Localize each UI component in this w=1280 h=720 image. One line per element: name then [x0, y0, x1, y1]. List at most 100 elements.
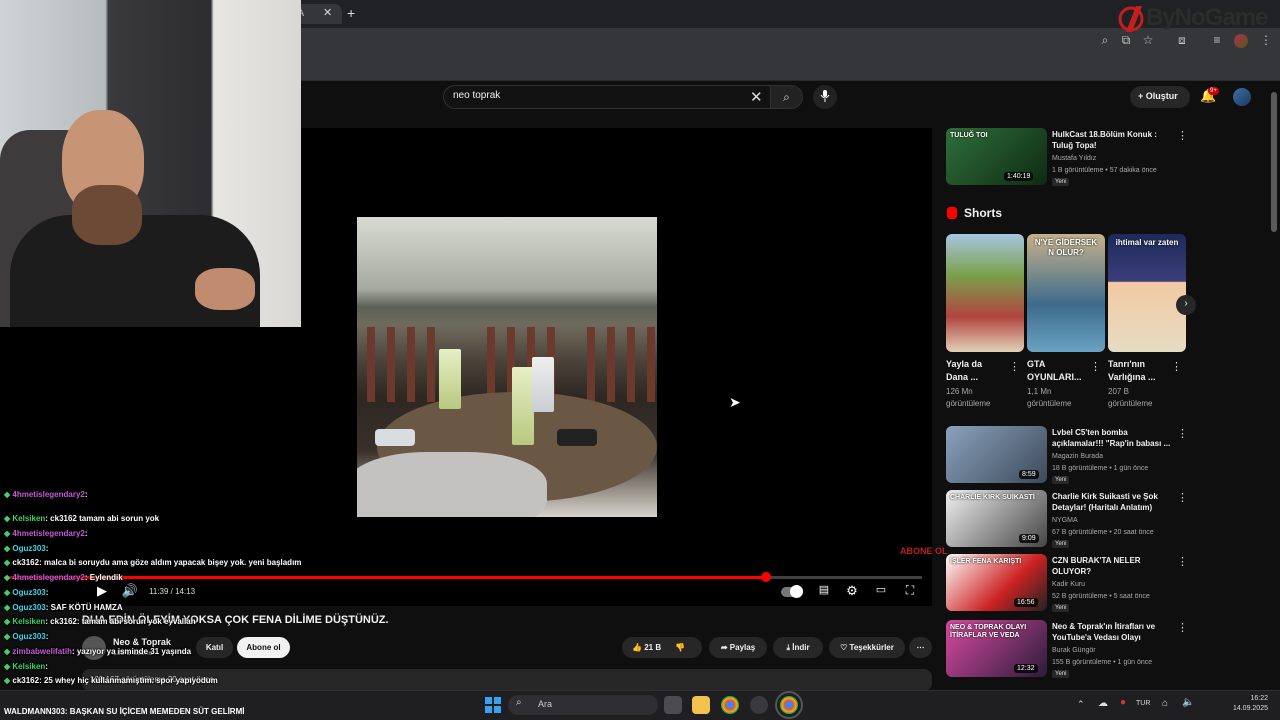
create-button[interactable]: + Oluştur: [1130, 86, 1190, 108]
play-icon[interactable]: ▶: [92, 583, 112, 599]
network-icon[interactable]: ⌂: [1162, 698, 1168, 709]
short-title[interactable]: Tanrı'nın Varlığına ...: [1108, 358, 1168, 384]
thumbs-down-icon[interactable]: 👎: [675, 643, 685, 652]
chat-message: ◆ Oguz303:: [4, 544, 48, 553]
video-channel[interactable]: NYGMA: [1052, 515, 1078, 526]
short-thumbnail[interactable]: ihtimal var zaten: [1108, 234, 1186, 352]
short-menu-icon[interactable]: ⋮: [1009, 360, 1020, 373]
channel-name[interactable]: Neo & Toprak: [113, 637, 171, 647]
task-view-icon[interactable]: [664, 696, 682, 714]
video-meta: 155 B görüntüleme • 1 gün önce: [1052, 659, 1153, 666]
clock-time: 16:22: [1250, 695, 1268, 702]
chat-text: : malca bi soruydu ama göze aldım yapaca…: [39, 558, 302, 567]
short-thumbnail[interactable]: N'YE GİDERSEK N OLUR?: [1027, 234, 1105, 352]
video-menu-icon[interactable]: ⋮: [1177, 427, 1188, 440]
steam-icon[interactable]: [750, 696, 768, 714]
short-menu-icon[interactable]: ⋮: [1171, 360, 1182, 373]
short-menu-icon[interactable]: ⋮: [1090, 360, 1101, 373]
video-duration: 9:09: [1019, 534, 1039, 543]
file-explorer-icon[interactable]: [692, 696, 710, 714]
zoom-icon[interactable]: ⌕: [1097, 33, 1113, 48]
progress-scrubber[interactable]: [760, 572, 771, 582]
video-frame[interactable]: [357, 217, 657, 517]
thumbnail-text: İŞLER FENA KARIŞTI: [950, 558, 1022, 565]
fullscreen-icon[interactable]: ⛶: [900, 583, 920, 598]
video-title[interactable]: Lvbel C5'ten bomba açıklamalar!!! "Rap'i…: [1052, 427, 1172, 449]
shorts-heading: Shorts: [964, 206, 1003, 220]
video-channel[interactable]: Kadir Kuru: [1052, 579, 1085, 590]
video-title[interactable]: Charlie Kirk Suikasti ve Şok Detaylar! (…: [1052, 491, 1172, 513]
browser-profile-avatar[interactable]: [1234, 34, 1248, 48]
time-display: 11:39 / 14:13: [149, 587, 196, 596]
video-duration: 8:59: [1019, 470, 1039, 479]
video-channel[interactable]: Magazin Burada: [1052, 451, 1103, 462]
video-menu-icon[interactable]: ⋮: [1177, 621, 1188, 634]
search-button[interactable]: ⌕: [770, 85, 803, 109]
new-tab-button[interactable]: +: [347, 5, 355, 21]
windows-start-icon[interactable]: [484, 696, 502, 714]
video-menu-icon[interactable]: ⋮: [1177, 555, 1188, 568]
chat-text: : 25 whey hiç kullanmamıştım. spor yapıy…: [39, 676, 218, 685]
video-title[interactable]: CZN BURAK'TA NELER OLUYOR?: [1052, 555, 1172, 577]
channel-watermark[interactable]: ABONE OL: [900, 546, 948, 556]
taskbar-search-icon: ⌕: [516, 697, 522, 708]
more-actions-button[interactable]: ⋯: [909, 637, 932, 658]
share-button[interactable]: ➦ Paylaş: [709, 637, 767, 658]
clear-search-icon[interactable]: ✕: [750, 88, 763, 106]
chrome-active-icon[interactable]: [775, 691, 803, 719]
theater-mode-icon[interactable]: ▭: [871, 583, 891, 596]
video-channel[interactable]: Burak Güngör: [1052, 645, 1096, 656]
page-scrollbar[interactable]: [1271, 92, 1277, 232]
share-label: Paylaş: [729, 643, 756, 652]
short-title[interactable]: Yayla da Dana ...: [946, 358, 1006, 384]
short-thumbnail[interactable]: [946, 234, 1024, 352]
subscribe-button[interactable]: Abone ol: [237, 637, 290, 658]
tray-chevron-icon[interactable]: ⌃: [1077, 699, 1085, 710]
chat-username: Kelsiken: [12, 514, 46, 523]
video-meta: 52 B görüntüleme • 5 saat önce: [1052, 593, 1150, 600]
video-channel[interactable]: Mustafa Yıldız: [1052, 153, 1096, 164]
chrome-icon[interactable]: [721, 696, 739, 714]
chat-message: ◆ 4hmetislegendary2:: [4, 529, 88, 538]
chat-username: zimbabwelifatih: [12, 647, 72, 656]
chat-text: : Eylendik: [84, 573, 123, 582]
volume-icon[interactable]: 🔊: [120, 583, 140, 599]
video-title[interactable]: Neo & Toprak'ın İtirafları ve YouTube'a …: [1052, 621, 1172, 643]
onedrive-icon[interactable]: ☁: [1098, 698, 1108, 709]
tab-close-icon[interactable]: ✕: [323, 6, 332, 19]
chat-username: Oguz303: [12, 603, 46, 612]
tray-clock[interactable]: 16:22 14.09.2025: [1222, 694, 1268, 714]
search-input[interactable]: [453, 90, 733, 101]
chat-message: ◆ Kelsiken:: [4, 662, 48, 671]
join-button[interactable]: Katıl: [196, 637, 233, 658]
account-avatar[interactable]: [1233, 88, 1251, 106]
chat-text: : ck3162: tamam abi sorun yok eyvallah: [45, 617, 196, 626]
like-count[interactable]: 21 B: [644, 643, 661, 652]
chat-message: ◆ ck3162: 25 whey hiç kullanmamıştım. sp…: [4, 676, 218, 685]
thanks-label: Teşekkürler: [849, 643, 894, 652]
settings-gear-icon[interactable]: ⚙: [842, 583, 862, 599]
speaker-icon[interactable]: 🔈: [1182, 697, 1194, 708]
thanks-button[interactable]: ♡ Teşekkürler: [829, 637, 905, 658]
video-menu-icon[interactable]: ⋮: [1177, 129, 1188, 142]
thumbs-up-icon[interactable]: 👍: [632, 643, 642, 652]
keyboard-language[interactable]: TUR: [1136, 700, 1150, 707]
taskbar-search[interactable]: Ara: [508, 695, 658, 715]
voice-search-button[interactable]: [813, 85, 837, 109]
chat-username: Oguz303: [12, 632, 46, 641]
autoplay-toggle-knob: [790, 585, 803, 598]
download-button[interactable]: ⤓ İndir: [773, 637, 823, 658]
short-views: 1,1 Mn görüntüleme: [1027, 387, 1072, 408]
chat-text: : SAF KÖTÜ HAMZA: [45, 603, 123, 612]
video-title[interactable]: HulkCast 18.Bölüm Konuk : Tuluğ Topa!: [1052, 129, 1172, 151]
video-menu-icon[interactable]: ⋮: [1177, 491, 1188, 504]
clock-date: 14.09.2025: [1232, 705, 1268, 712]
shorts-next-chevron-icon[interactable]: ›: [1176, 295, 1196, 315]
short-title[interactable]: GTA OYUNLARI...: [1027, 358, 1087, 384]
share-icon: ➦: [720, 643, 728, 652]
chat-message: ◆ zimbabwelifatih: yazıyor ya isminde 31…: [4, 647, 191, 656]
chat-text: : BAŞKAN SU İÇİCEM MEMEDEN SÜT GELİRMİ: [64, 707, 245, 716]
microphone-tray-icon[interactable]: ●: [1120, 697, 1126, 708]
subtitles-icon[interactable]: ▤: [814, 583, 834, 596]
microphone-icon: [820, 90, 830, 102]
